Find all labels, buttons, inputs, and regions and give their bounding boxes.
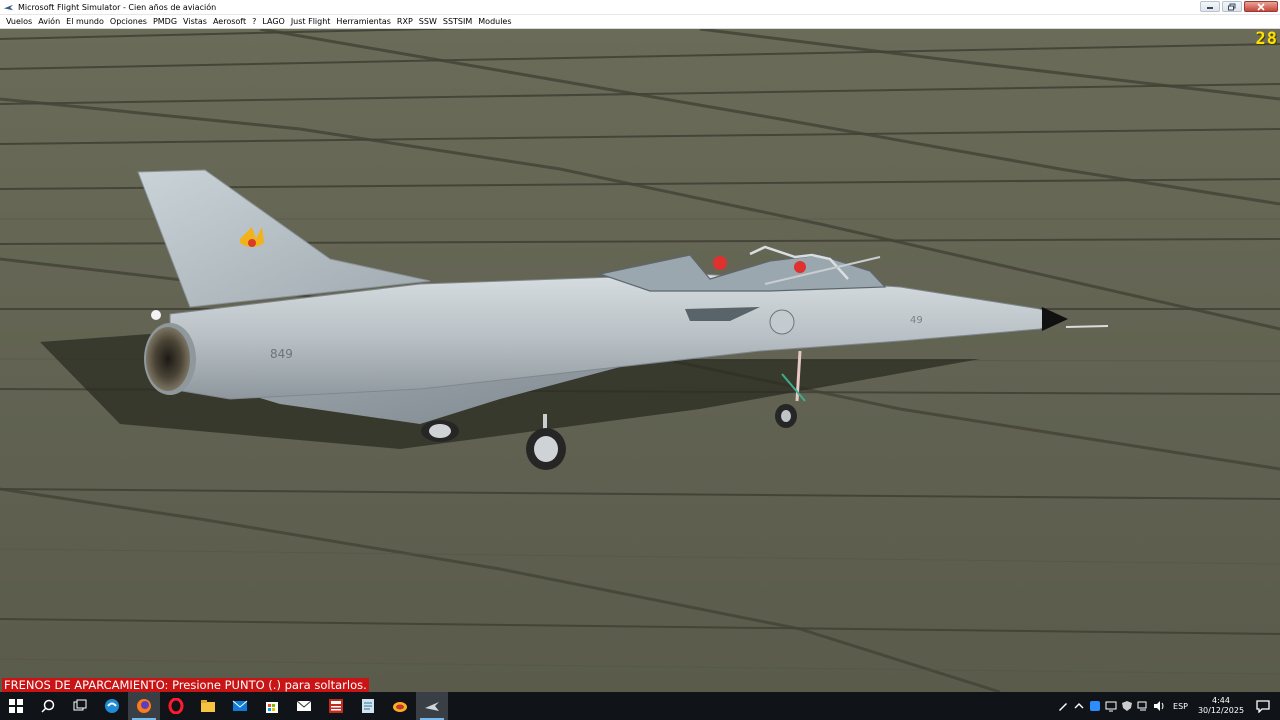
flight-simulator-icon	[425, 702, 439, 711]
menu-pmdg[interactable]: PMDG	[150, 15, 180, 28]
chevron-up-icon	[1074, 703, 1084, 709]
clock-time: 4:44	[1212, 696, 1230, 705]
tray-touch-keyboard[interactable]	[1055, 692, 1071, 720]
menu-ssw[interactable]: SSW	[416, 15, 440, 28]
network-icon	[1137, 701, 1147, 711]
search-button[interactable]	[32, 692, 64, 720]
store-icon	[266, 702, 278, 713]
taskbar-firefox[interactable]	[128, 692, 160, 720]
main-gear-left	[421, 420, 459, 442]
taskbar-opera[interactable]	[160, 692, 192, 720]
edge-icon	[105, 699, 119, 713]
taskbar-flight-simulator[interactable]	[416, 692, 448, 720]
monitor-icon	[1105, 701, 1117, 712]
tray-network[interactable]	[1135, 692, 1151, 720]
menu-aerosoft[interactable]: Aerosoft	[210, 15, 249, 28]
simulator-viewport[interactable]: 849 49 28 FRENOS DE APARCAMIENTO: Presio…	[0, 29, 1280, 692]
task-view-icon	[73, 699, 87, 711]
minimize-button[interactable]	[1200, 1, 1220, 12]
tray-app-2[interactable]	[1103, 692, 1119, 720]
app-tray-icon	[1090, 701, 1101, 711]
nose-number: 49	[910, 315, 923, 326]
menu-opciones[interactable]: Opciones	[107, 15, 150, 28]
menu-help[interactable]: ?	[249, 15, 259, 28]
search-icon	[41, 699, 55, 713]
notes-icon	[362, 699, 374, 713]
menu-vistas[interactable]: Vistas	[180, 15, 210, 28]
pen-icon	[1059, 703, 1068, 711]
close-button[interactable]	[1244, 1, 1278, 12]
menu-modules[interactable]: Modules	[475, 15, 514, 28]
taskbar-envelope[interactable]	[288, 692, 320, 720]
menu-avion[interactable]: Avión	[35, 15, 63, 28]
menu-herramientas[interactable]: Herramientas	[333, 15, 394, 28]
exhaust-nozzle	[146, 327, 190, 391]
clock[interactable]: 4:44 30/12/2025	[1196, 696, 1246, 716]
firefox-icon	[137, 699, 151, 713]
calculator-icon	[329, 699, 343, 713]
menu-just-flight[interactable]: Just Flight	[288, 15, 334, 28]
menu-lago[interactable]: LAGO	[259, 15, 287, 28]
tail-number: 849	[270, 347, 293, 361]
airplane-icon	[3, 4, 14, 10]
roundel	[769, 309, 795, 335]
window-title-bar[interactable]: Microsoft Flight Simulator - Cien años d…	[0, 0, 1280, 15]
task-view-button[interactable]	[64, 692, 96, 720]
start-button[interactable]	[0, 692, 32, 720]
envelope-icon	[296, 700, 312, 711]
parking-brake-message: FRENOS DE APARCAMIENTO: Presione PUNTO (…	[2, 678, 369, 692]
restore-icon	[1228, 3, 1236, 10]
pitot-probe	[1065, 325, 1109, 328]
menu-rxp[interactable]: RXP	[394, 15, 416, 28]
restore-button[interactable]	[1222, 1, 1242, 12]
frame-rate-counter: 28	[1255, 29, 1278, 49]
taskbar-file-explorer[interactable]	[192, 692, 224, 720]
taskbar: ESP 4:44 30/12/2025	[0, 692, 1280, 720]
language-indicator[interactable]: ESP	[1167, 702, 1196, 711]
taskbar-store[interactable]	[256, 692, 288, 720]
start-icon	[9, 699, 23, 713]
pilot-helmet-front	[713, 256, 727, 270]
taskbar-edge[interactable]	[96, 692, 128, 720]
shield-icon	[1122, 701, 1133, 711]
opera-icon	[168, 698, 184, 714]
file-explorer-icon	[201, 700, 215, 712]
menu-el-mundo[interactable]: El mundo	[63, 15, 107, 28]
taskbar-notes[interactable]	[352, 692, 384, 720]
menu-vuelos[interactable]: Vuelos	[3, 15, 35, 28]
close-icon	[1257, 2, 1265, 11]
tray-app[interactable]	[1087, 692, 1103, 720]
clock-date: 30/12/2025	[1197, 706, 1245, 715]
system-tray: ESP 4:44 30/12/2025	[1055, 692, 1280, 720]
tray-volume[interactable]	[1151, 692, 1167, 720]
minimize-icon	[1207, 7, 1213, 9]
notification-icon	[1256, 699, 1270, 713]
tray-app-3[interactable]	[1119, 692, 1135, 720]
scene-render: 849 49	[0, 29, 1280, 692]
speaker-icon	[1153, 701, 1164, 711]
taskbar-mail[interactable]	[224, 692, 256, 720]
action-center-button[interactable]	[1246, 692, 1280, 720]
taskbar-browser[interactable]	[384, 692, 416, 720]
menu-bar: Vuelos Avión El mundo Opciones PMDG Vist…	[0, 15, 1280, 29]
tail-light	[151, 310, 161, 320]
window-title: Microsoft Flight Simulator - Cien años d…	[18, 2, 217, 12]
browser-icon	[393, 702, 407, 712]
taskbar-calculator[interactable]	[320, 692, 352, 720]
tray-show-hidden[interactable]	[1071, 692, 1087, 720]
pilot-helmet-rear	[794, 261, 806, 273]
mail-icon	[232, 700, 248, 711]
menu-sstsim[interactable]: SSTSIM	[440, 15, 475, 28]
